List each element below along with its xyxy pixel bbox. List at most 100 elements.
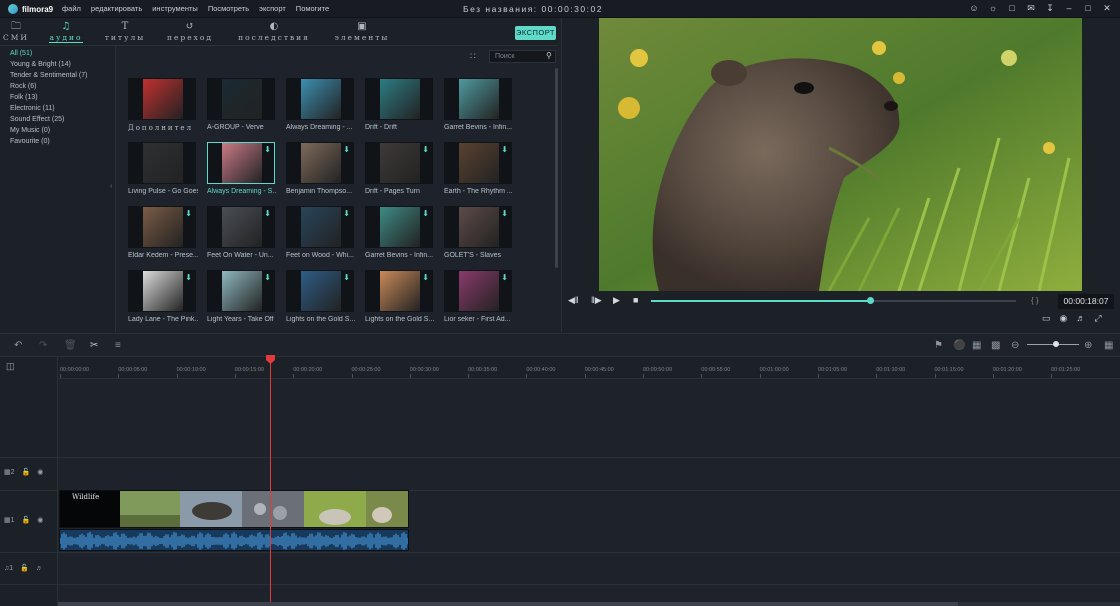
video-clip[interactable]: Wildlife (59, 490, 409, 528)
media-item[interactable]: Always Dreaming - ... (286, 78, 356, 131)
media-thumbnail[interactable]: ⬇ (207, 206, 275, 248)
download-icon[interactable]: ⬇ (422, 273, 429, 282)
volume-icon[interactable]: ♬ (1076, 313, 1085, 324)
zoom-in-icon[interactable]: ⊕ (1084, 340, 1092, 351)
download-icon[interactable]: ⬇ (264, 209, 271, 218)
zoom-handle[interactable] (1052, 341, 1059, 347)
media-item[interactable]: A-GROUP - Verve (207, 78, 277, 131)
media-thumbnail[interactable] (286, 78, 354, 120)
lightbulb-icon[interactable]: ☼ (988, 3, 998, 14)
download-icon[interactable]: ⬇ (343, 273, 350, 282)
category-item[interactable]: Sound Effect (25) (0, 114, 115, 125)
media-thumbnail[interactable]: ⬇ (286, 142, 354, 184)
redo-icon[interactable]: ↷ (39, 340, 47, 351)
menu-export[interactable]: экспорт (259, 4, 286, 13)
media-item[interactable]: Drift - Drift (365, 78, 435, 131)
tab-media[interactable]: 🗀 СМИ (2, 20, 30, 46)
lock-icon[interactable]: 🔓 (22, 468, 31, 476)
lock-icon[interactable]: 🔓 (22, 516, 31, 524)
media-thumbnail[interactable] (207, 78, 275, 120)
media-thumbnail[interactable]: ⬇ (365, 142, 433, 184)
tab-transitions[interactable]: ↺ переход (162, 20, 218, 46)
download-icon[interactable]: ⬇ (343, 145, 350, 154)
category-item[interactable]: All (51) (0, 48, 115, 59)
grid-view-icon[interactable]: ∷ (470, 51, 480, 61)
media-thumbnail[interactable]: ⬇ (128, 206, 196, 248)
media-item[interactable]: ⬇ Earth - The Rhythm ... (444, 142, 514, 195)
mail-icon[interactable]: ✉ (1026, 3, 1036, 14)
media-item[interactable]: ⬇ Lior seker - First Ad... (444, 270, 514, 323)
menu-tools[interactable]: инструменты (152, 4, 198, 13)
category-item[interactable]: My Music (0) (0, 125, 115, 136)
maximize-icon[interactable]: □ (1083, 3, 1093, 14)
tab-audio[interactable]: ♫ аудио (44, 20, 88, 46)
timeline-scrollbar-thumb[interactable] (58, 602, 958, 606)
cart-icon[interactable]: □ (1007, 3, 1017, 14)
media-item[interactable]: ⬇ Light Years - Take Off (207, 270, 277, 323)
category-item[interactable]: Favourite (0) (0, 136, 115, 147)
media-thumbnail[interactable]: ⬇ (444, 206, 512, 248)
menu-help[interactable]: Помогите (296, 4, 329, 13)
lock-icon[interactable]: 🔓 (20, 564, 29, 572)
adjust-icon[interactable]: ≡ (115, 340, 121, 351)
category-item[interactable]: Electronic (11) (0, 103, 115, 114)
collapse-arrow-icon[interactable]: ‹ (110, 183, 116, 190)
mic-icon[interactable]: ⚫ (953, 340, 965, 351)
media-thumbnail[interactable]: ⬇ (365, 206, 433, 248)
media-item[interactable]: ⬇ Feet on Wood - Whi... (286, 206, 356, 259)
download-icon[interactable]: ⬇ (343, 209, 350, 218)
menu-file[interactable]: файл (62, 4, 81, 13)
mixer-icon[interactable]: ▦ (972, 340, 981, 351)
menu-edit[interactable]: редактировать (91, 4, 142, 13)
media-thumbnail[interactable]: ⬇ (286, 270, 354, 312)
media-thumbnail[interactable]: ⬇ (207, 142, 275, 184)
download-icon[interactable]: ⬇ (264, 145, 271, 154)
export-button[interactable]: ЭКСПОРТ (515, 26, 556, 40)
media-item[interactable]: ⬇ Garret Bevins - Infin... (365, 206, 435, 259)
layout-icon[interactable]: ▦ (1104, 340, 1113, 351)
download-icon[interactable]: ⬇ (264, 273, 271, 282)
menu-view[interactable]: Посмотреть (208, 4, 249, 13)
close-icon[interactable]: ✕ (1102, 3, 1112, 14)
category-item[interactable]: Tender & Sentimental (7) (0, 70, 115, 81)
cut-icon[interactable]: ✂ (90, 340, 98, 351)
download-icon[interactable]: ⬇ (422, 209, 429, 218)
render-icon[interactable]: ▩ (991, 340, 1000, 351)
delete-icon[interactable]: 🗑 (64, 340, 77, 351)
play-icon[interactable]: ▶ (613, 295, 620, 306)
media-thumbnail[interactable]: ⬇ (207, 270, 275, 312)
minimize-icon[interactable]: – (1064, 3, 1074, 14)
download-icon[interactable]: ⬇ (501, 273, 508, 282)
media-item[interactable]: Garret Bevins - Infin... (444, 78, 514, 131)
tab-elements[interactable]: ▣ элементы (330, 20, 394, 46)
media-scrollbar[interactable] (555, 68, 558, 268)
media-item[interactable]: Living Pulse - Go Goes (128, 142, 198, 195)
media-item[interactable]: ⬇ Lights on the Gold S... (286, 270, 356, 323)
stop-icon[interactable]: ■ (633, 295, 638, 305)
play-pause-icon[interactable]: ‖▶ (591, 295, 602, 306)
display-icon[interactable]: ▭ (1042, 313, 1051, 324)
tab-titles[interactable]: Tтитулы (100, 20, 150, 46)
eye-icon[interactable]: ◉ (37, 516, 43, 524)
fullscreen-icon[interactable]: ⤢ (1094, 313, 1101, 324)
marker-braces[interactable]: { } (1031, 296, 1039, 305)
download-icon[interactable]: ⬇ (185, 273, 192, 282)
speaker-icon[interactable]: ♬ (36, 565, 43, 572)
download-icon[interactable]: ⬇ (501, 209, 508, 218)
media-thumbnail[interactable]: ⬇ (365, 270, 433, 312)
media-thumbnail[interactable]: ⬇ (444, 142, 512, 184)
media-thumbnail[interactable]: ⬇ (286, 206, 354, 248)
progress-handle[interactable] (867, 297, 874, 304)
media-thumbnail[interactable] (128, 142, 196, 184)
media-item[interactable]: ⬇ Eldar Kedem - Prese... (128, 206, 198, 259)
tab-effects[interactable]: ◐ последствия (232, 20, 316, 46)
media-item[interactable]: ⬇ Drift - Pages Turn (365, 142, 435, 195)
media-thumbnail[interactable]: ⬇ (128, 270, 196, 312)
audio-waveform-clip[interactable] (59, 529, 409, 551)
download-icon[interactable]: ⬇ (422, 145, 429, 154)
account-icon[interactable]: ☺ (969, 3, 979, 14)
media-item[interactable]: Дополнител (128, 78, 198, 132)
media-item[interactable]: ⬇ Lady Lane - The Pink... (128, 270, 198, 323)
media-item[interactable]: ⬇ Lights on the Gold S... (365, 270, 435, 323)
media-item[interactable]: ⬇ Feet On Water - Un... (207, 206, 277, 259)
